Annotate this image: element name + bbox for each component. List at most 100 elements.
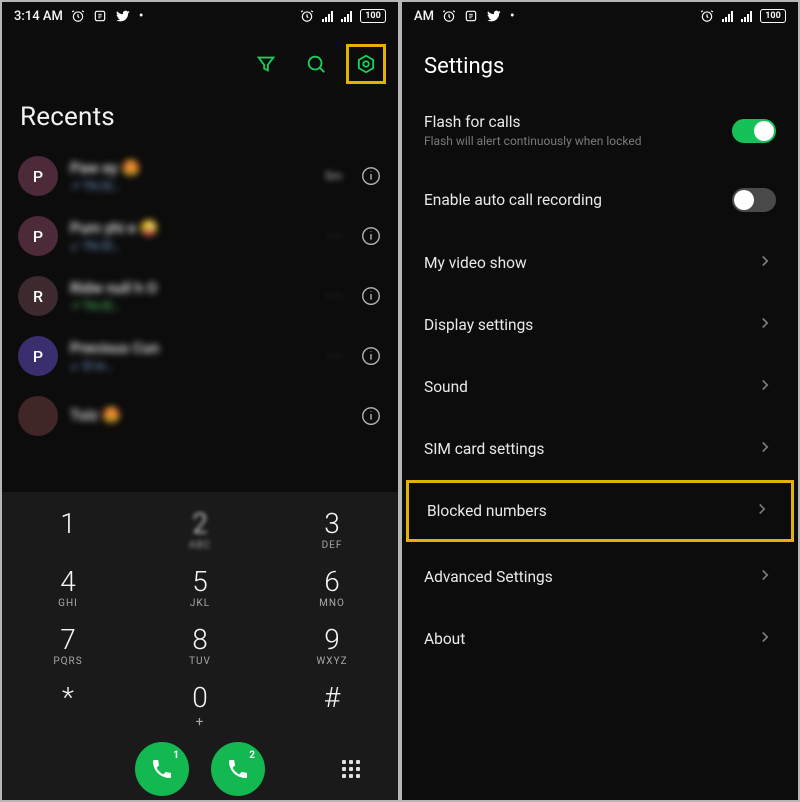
more-button[interactable] [342,760,360,778]
call-sim2-button[interactable]: 2 [211,742,265,796]
status-time: 3:14 AM [14,9,63,24]
setting-label: SIM card settings [424,440,756,458]
setting-advanced-settings[interactable]: Advanced Settings [402,542,798,608]
status-bar: AM • 100 [402,2,798,26]
contact-name: Precious Cun [70,339,315,357]
signal-icon [722,10,733,22]
setting-label: Advanced Settings [424,568,756,586]
status-bar: 3:14 AM • 100 [2,2,398,26]
avatar [18,396,58,436]
signal-icon [322,10,333,22]
dialpad-key-4[interactable]: 4GHI [2,558,134,616]
setting-label: Sound [424,378,756,396]
alarm-icon [300,9,314,23]
battery-icon: 100 [760,9,786,23]
dialpad-key-*[interactable]: * [2,674,134,732]
setting-label: Enable auto call recording [424,191,732,209]
dot-icon: • [139,9,144,24]
alarm-icon [442,9,456,23]
avatar: P [18,216,58,256]
call-time: · · · [327,289,348,303]
office-icon [464,9,478,23]
info-icon[interactable] [360,345,382,367]
setting-blocked-numbers[interactable]: Blocked numbers [406,480,794,542]
dialpad-key-8[interactable]: 8TUV [134,616,266,674]
chevron-right-icon [756,628,776,650]
dialpad: 1 2ABC3DEF 4GHI5JKL6MNO 7PQRS8TUV9WXYZ *0+#… [2,492,398,802]
setting-sound[interactable]: Sound [402,356,798,418]
battery-icon: 100 [360,9,386,23]
chevron-right-icon [756,252,776,274]
avatar: R [18,276,58,316]
dialpad-key-6[interactable]: 6MNO [266,558,398,616]
alarm-icon [71,9,85,23]
setting-display-settings[interactable]: Display settings [402,294,798,356]
setting-label: Display settings [424,316,756,334]
toggle-off[interactable] [732,188,776,212]
avatar: P [18,336,58,376]
call-detail: ↗ Thi El… [70,299,315,313]
dialpad-key-9[interactable]: 9WXYZ [266,616,398,674]
recent-call-row[interactable]: R Ridw null h O ↗ Thi El… · · · [10,266,390,326]
avatar: P [18,156,58,196]
recent-call-row[interactable]: P Precious Cun ↙ El in… · · · [10,326,390,386]
setting-label: My video show [424,254,756,272]
setting-label: About [424,630,756,648]
alarm-icon [700,9,714,23]
signal-icon [741,10,752,22]
settings-button[interactable] [346,44,386,84]
dot-icon: • [510,9,515,24]
setting-label: Flash for calls [424,113,732,131]
contact-name: Pum yhi e 😜 [70,219,315,237]
info-icon[interactable] [360,405,382,427]
dialpad-key-0[interactable]: 0+ [134,674,266,732]
filter-button[interactable] [246,44,286,84]
recents-title: Recents [2,94,398,146]
setting-auto-call-recording[interactable]: Enable auto call recording [402,168,798,232]
setting-my-video-show[interactable]: My video show [402,232,798,294]
signal-icon [341,10,352,22]
office-icon [93,9,107,23]
status-time: AM [414,9,434,24]
recent-call-row[interactable]: P Paw ey 😍 ↗ Thi El… 5m [10,146,390,206]
chevron-right-icon [756,566,776,588]
info-icon[interactable] [360,285,382,307]
call-time: 5m [325,169,348,183]
dialpad-key-1[interactable]: 1 [2,500,134,558]
recent-call-row[interactable]: P Pum yhi e 😜 ↙ Thi El… · · · [10,206,390,266]
recent-calls-list: P Paw ey 😍 ↗ Thi El… 5m P Pum yhi e 😜 ↙ … [2,146,398,446]
call-detail: ↙ Thi El… [70,239,315,253]
call-detail: ↗ Thi El… [70,179,313,193]
setting-sub: Flash will alert continuously when locke… [424,134,732,148]
setting-label: Blocked numbers [427,502,753,520]
call-time: · · · [327,229,348,243]
dialpad-key-7[interactable]: 7PQRS [2,616,134,674]
call-time: · · · [327,349,348,363]
setting-sim-card-settings[interactable]: SIM card settings [402,418,798,480]
call-detail: ↙ El in… [70,359,315,373]
call-sim1-button[interactable]: 1 [135,742,189,796]
info-icon[interactable] [360,165,382,187]
toggle-on[interactable] [732,119,776,143]
info-icon[interactable] [360,225,382,247]
contact-name: Paw ey 😍 [70,159,313,177]
twitter-icon [115,8,131,24]
chevron-right-icon [756,314,776,336]
contact-name: Ridw null h O [70,279,315,297]
dialpad-key-5[interactable]: 5JKL [134,558,266,616]
contact-name: Tuiz 😍 [70,406,330,424]
phone-recents-screen: 3:14 AM • 100 [0,0,400,802]
setting-about[interactable]: About [402,608,798,670]
settings-title: Settings [402,26,798,93]
phone-settings-screen: AM • 100 Settings Flash for calls Flash … [400,0,800,802]
chevron-right-icon [756,438,776,460]
chevron-right-icon [756,376,776,398]
twitter-icon [486,8,502,24]
chevron-right-icon [753,500,773,522]
dialpad-key-#[interactable]: # [266,674,398,732]
dialpad-key-3[interactable]: 3DEF [266,500,398,558]
recent-call-row[interactable]: Tuiz 😍 [10,386,390,446]
dialpad-key-2[interactable]: 2ABC [134,500,266,558]
search-button[interactable] [296,44,336,84]
setting-flash-for-calls[interactable]: Flash for calls Flash will alert continu… [402,93,798,168]
